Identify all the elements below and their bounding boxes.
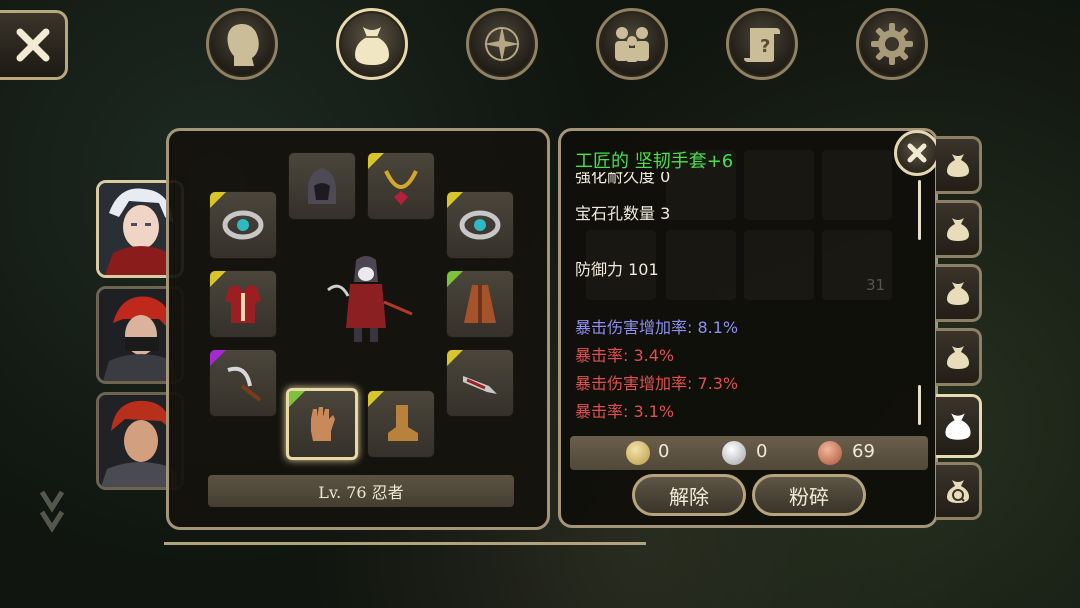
side-tab-4[interactable] xyxy=(936,328,982,386)
nav-settings[interactable] xyxy=(856,8,928,80)
side-tab-3[interactable] xyxy=(936,264,982,322)
gold-amount: 0 xyxy=(658,441,670,462)
silver-coin-icon xyxy=(722,441,746,465)
stat-line-1: 暴击伤害增加率: 8.1% xyxy=(575,318,739,337)
stack-count: 31 xyxy=(866,276,886,294)
gear-icon xyxy=(871,23,913,65)
currency-bar: 0 0 69 xyxy=(570,436,928,470)
slot-ring-right[interactable] xyxy=(446,191,514,259)
stat-line-4: 暴击率: 3.1% xyxy=(575,402,675,421)
close-icon xyxy=(16,28,49,62)
scythe-icon xyxy=(227,366,262,402)
silver-amount: 0 xyxy=(756,441,768,462)
detail-close-button[interactable] xyxy=(894,130,940,176)
close-button[interactable] xyxy=(0,10,68,80)
boot-icon xyxy=(388,405,418,441)
scroll-icon: ? xyxy=(744,28,780,62)
rarity-marker xyxy=(447,350,463,366)
quest-bag-icon xyxy=(946,480,969,503)
ring-icon xyxy=(222,210,264,240)
nav-party[interactable] xyxy=(596,8,668,80)
rarity-marker xyxy=(210,192,226,208)
character-preview xyxy=(300,240,430,350)
copper-amount: 69 xyxy=(852,441,875,462)
bag-icon xyxy=(946,346,969,369)
defense-value: 防御力 101 xyxy=(575,260,659,279)
rarity-marker xyxy=(289,391,305,407)
rarity-marker xyxy=(447,192,463,208)
necklace-icon xyxy=(384,170,418,205)
rarity-marker xyxy=(210,271,226,287)
slot-cloak[interactable] xyxy=(446,270,514,338)
item-name: 工匠的 坚韧手套+6 xyxy=(575,151,734,172)
side-tab-1[interactable] xyxy=(936,136,982,194)
bag-icon xyxy=(944,413,971,440)
side-tab-2[interactable] xyxy=(936,200,982,258)
character-level: Lv. 76 忍者 xyxy=(208,475,514,507)
side-tab-5[interactable] xyxy=(936,394,982,458)
close-icon xyxy=(907,143,927,163)
slot-ring-left[interactable] xyxy=(209,191,277,259)
nav-skills[interactable] xyxy=(466,8,538,80)
bag-icon xyxy=(946,154,969,177)
people-icon xyxy=(615,27,649,62)
bag-icon xyxy=(355,27,389,65)
bottom-divider xyxy=(164,542,646,545)
unequip-button[interactable]: 解除 xyxy=(632,474,746,516)
gold-coin-icon xyxy=(626,441,650,465)
slot-boots[interactable] xyxy=(367,390,435,458)
nav-quests[interactable]: ? xyxy=(726,8,798,80)
glove-icon xyxy=(311,407,335,441)
nav-inventory[interactable] xyxy=(336,8,408,80)
stat-line-2: 暴击率: 3.4% xyxy=(575,346,675,365)
slot-gloves[interactable] xyxy=(286,388,358,460)
ring-icon xyxy=(459,210,501,240)
side-tab-quest-bag[interactable] xyxy=(936,462,982,520)
stat-line-3: 暴击伤害增加率: 7.3% xyxy=(575,374,739,393)
blade-icon xyxy=(463,376,497,394)
rarity-marker xyxy=(210,350,226,366)
head-silhouette-icon xyxy=(227,24,259,66)
slot-weapon[interactable] xyxy=(209,349,277,417)
character-sprite xyxy=(327,256,413,342)
gem-slot-count: 宝石孔数量 3 xyxy=(575,204,671,223)
scrollbar-thumb[interactable] xyxy=(918,385,921,425)
destroy-button[interactable]: 粉碎 xyxy=(752,474,866,516)
rarity-marker xyxy=(368,391,384,407)
scrollbar[interactable] xyxy=(918,180,921,240)
chevron-down-icon xyxy=(39,490,65,533)
nav-character[interactable] xyxy=(206,8,278,80)
scroll-down-indicator xyxy=(38,488,66,552)
bag-icon xyxy=(946,282,969,305)
bag-icon xyxy=(946,218,969,241)
slot-necklace[interactable] xyxy=(367,152,435,220)
slot-armor[interactable] xyxy=(209,270,277,338)
item-partial-line: 强化耐久度 0 xyxy=(575,172,671,186)
rarity-marker xyxy=(368,153,384,169)
slot-offhand[interactable] xyxy=(446,349,514,417)
slot-helmet[interactable] xyxy=(288,152,356,220)
cloak-icon xyxy=(464,285,496,323)
rarity-marker xyxy=(447,271,463,287)
armor-icon xyxy=(225,285,261,323)
sword-compass-icon xyxy=(484,26,520,62)
copper-coin-icon xyxy=(818,441,842,465)
svg-text:?: ? xyxy=(760,36,770,57)
hood-icon xyxy=(308,168,336,204)
